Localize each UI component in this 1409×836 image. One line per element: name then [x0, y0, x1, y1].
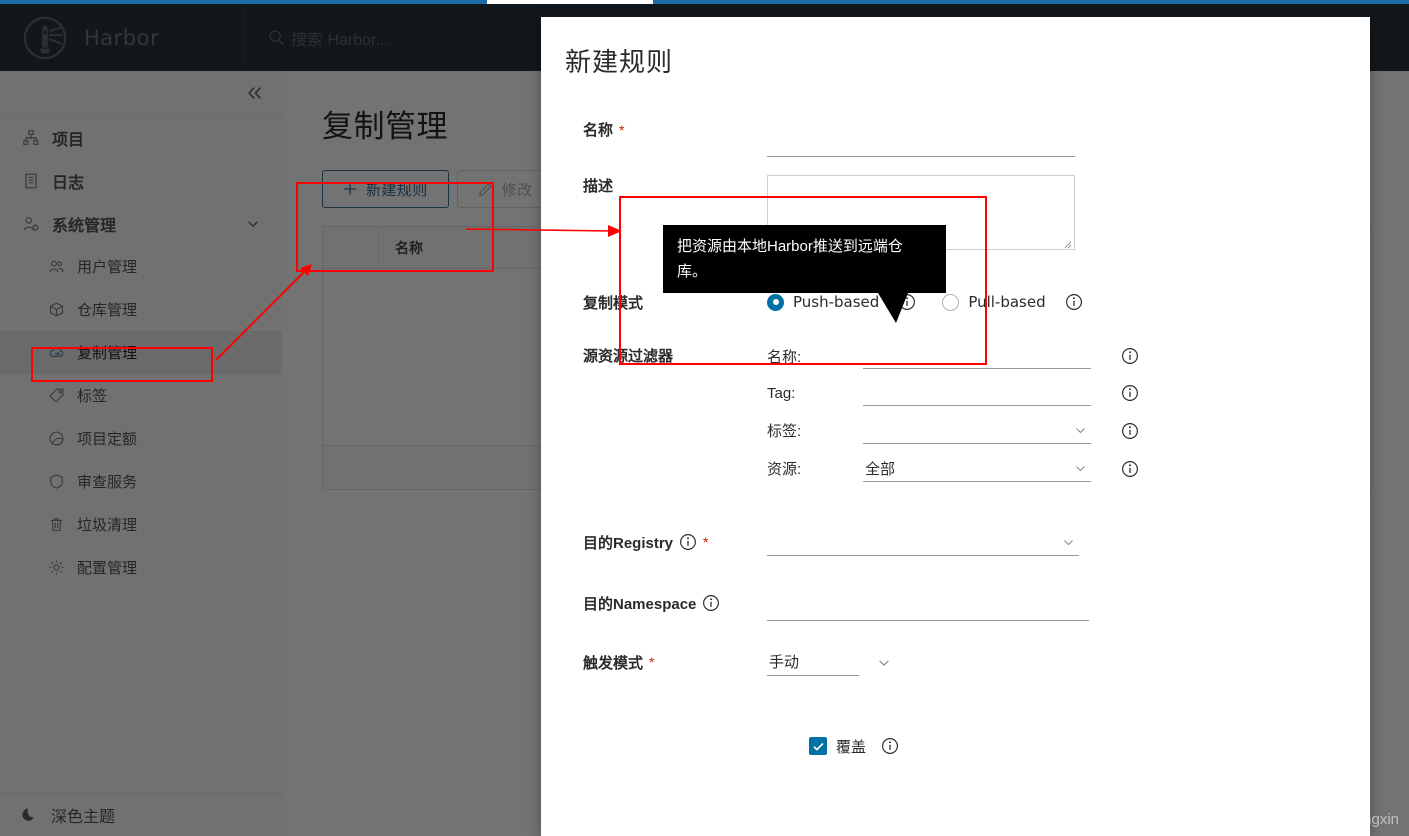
replication-mode-radio-group: Push-based Pull-based	[767, 293, 1087, 311]
field-source-filter-label-text: 源资源过滤器	[583, 348, 674, 365]
field-name: 名称 *	[541, 119, 1370, 175]
field-replication-mode-label: 复制模式	[541, 292, 767, 313]
chevron-down-icon	[879, 659, 889, 666]
source-filter-label-1: Tag:	[767, 384, 796, 402]
info-circle-icon[interactable]	[1121, 422, 1139, 440]
radio-push-based-label: Push-based	[793, 293, 880, 311]
info-circle-icon[interactable]	[881, 737, 899, 755]
field-dest-namespace-label: 目的Namespace	[541, 593, 767, 614]
info-circle-icon[interactable]	[679, 533, 697, 551]
source-filter-field-3[interactable]: 全部	[863, 455, 1091, 482]
trigger-mode-value[interactable]: 手动	[767, 649, 859, 676]
field-name-label: 名称 *	[541, 119, 767, 140]
field-dest-registry-label: 目的Registry *	[541, 532, 767, 553]
field-dest-registry-required-mark: *	[703, 534, 709, 550]
field-source-filter: 源资源过滤器 名称: Tag: 标签: 资源: 全部	[541, 333, 1370, 511]
new-rule-form: 名称 * 描述 复制模式 Push-based Pull-based 源资源过滤…	[541, 79, 1370, 775]
field-description-label: 描述	[541, 175, 767, 196]
info-circle-icon[interactable]	[702, 594, 720, 612]
field-dest-registry-label-text: 目的Registry	[583, 534, 674, 552]
source-filter-row-2: 标签:	[767, 417, 1167, 444]
field-trigger-mode-required-mark: *	[649, 654, 655, 670]
screenshot-root: Harbor 搜索 Harbor... 项目日志系统管理用户管理仓库管理复制管理…	[0, 0, 1409, 836]
field-trigger-mode-label-text: 触发模式	[583, 654, 644, 672]
info-circle-icon[interactable]	[1121, 347, 1139, 365]
source-filter-row-3: 资源: 全部	[767, 455, 1167, 482]
radio-push-based[interactable]: Push-based	[767, 293, 916, 311]
field-dest-namespace: 目的Namespace	[541, 573, 1370, 633]
source-filter-select-2[interactable]	[863, 417, 1091, 444]
field-dest-namespace-label-text: 目的Namespace	[583, 595, 697, 613]
check-icon	[812, 742, 824, 751]
dest-namespace-input[interactable]	[767, 595, 1089, 621]
radio-pull-based[interactable]: Pull-based	[942, 293, 1082, 311]
dest-registry-select-wrap[interactable]	[767, 528, 1079, 556]
trigger-mode-select-wrap[interactable]: 手动	[767, 649, 907, 676]
source-filter-row-0: 名称:	[767, 343, 1167, 369]
source-filter-row-1: Tag:	[767, 380, 1167, 406]
source-filter-rows: 名称: Tag: 标签: 资源: 全部	[767, 343, 1167, 493]
dest-registry-select[interactable]	[767, 528, 1079, 556]
textarea-resize-handle[interactable]	[1063, 240, 1072, 249]
watermark: https://blog.csdn.net/cuichongxin	[1181, 811, 1399, 828]
name-input[interactable]	[767, 131, 1075, 157]
override-checkbox-row[interactable]: 覆盖	[809, 736, 899, 757]
field-replication-mode-label-text: 复制模式	[583, 294, 644, 312]
info-circle-icon[interactable]	[1121, 384, 1139, 402]
field-description: 描述	[541, 175, 1370, 271]
radio-pull-based-label: Pull-based	[968, 293, 1046, 311]
radio-pull-based-indicator[interactable]	[942, 293, 960, 311]
override-checkbox[interactable]	[809, 737, 827, 755]
field-trigger-mode: 触发模式 * 手动	[541, 633, 1370, 691]
radio-push-based-indicator[interactable]	[767, 293, 784, 311]
info-circle-icon[interactable]	[1121, 460, 1139, 478]
source-filter-field-0[interactable]	[863, 343, 1091, 369]
source-filter-label-2: 标签:	[767, 423, 802, 440]
info-circle-icon[interactable]	[1065, 293, 1083, 311]
new-rule-modal: 新建规则 名称 * 描述 复制模式 Push-based Pull-based …	[541, 17, 1370, 836]
source-filter-input-1[interactable]	[863, 380, 1091, 406]
source-filter-label-3: 资源:	[767, 461, 802, 478]
source-filter-field-2[interactable]	[863, 417, 1091, 444]
source-filter-field-1[interactable]	[863, 380, 1091, 406]
field-replication-mode: 复制模式 Push-based Pull-based	[541, 271, 1370, 333]
source-filter-input-0[interactable]	[863, 343, 1091, 369]
source-filter-label-0: 名称:	[767, 348, 802, 366]
field-override: 覆盖	[541, 717, 1370, 775]
field-description-label-text: 描述	[583, 178, 614, 195]
field-name-required-mark: *	[619, 121, 625, 138]
info-circle-icon[interactable]	[898, 293, 916, 311]
field-trigger-mode-label: 触发模式 *	[541, 652, 767, 673]
modal-title: 新建规则	[565, 47, 674, 77]
field-dest-registry: 目的Registry *	[541, 511, 1370, 573]
field-name-label-text: 名称	[583, 122, 614, 139]
source-filter-select-3[interactable]: 全部	[863, 455, 1091, 482]
description-textarea[interactable]	[767, 175, 1075, 250]
override-label: 覆盖	[836, 738, 867, 756]
field-source-filter-label: 源资源过滤器	[541, 343, 767, 366]
